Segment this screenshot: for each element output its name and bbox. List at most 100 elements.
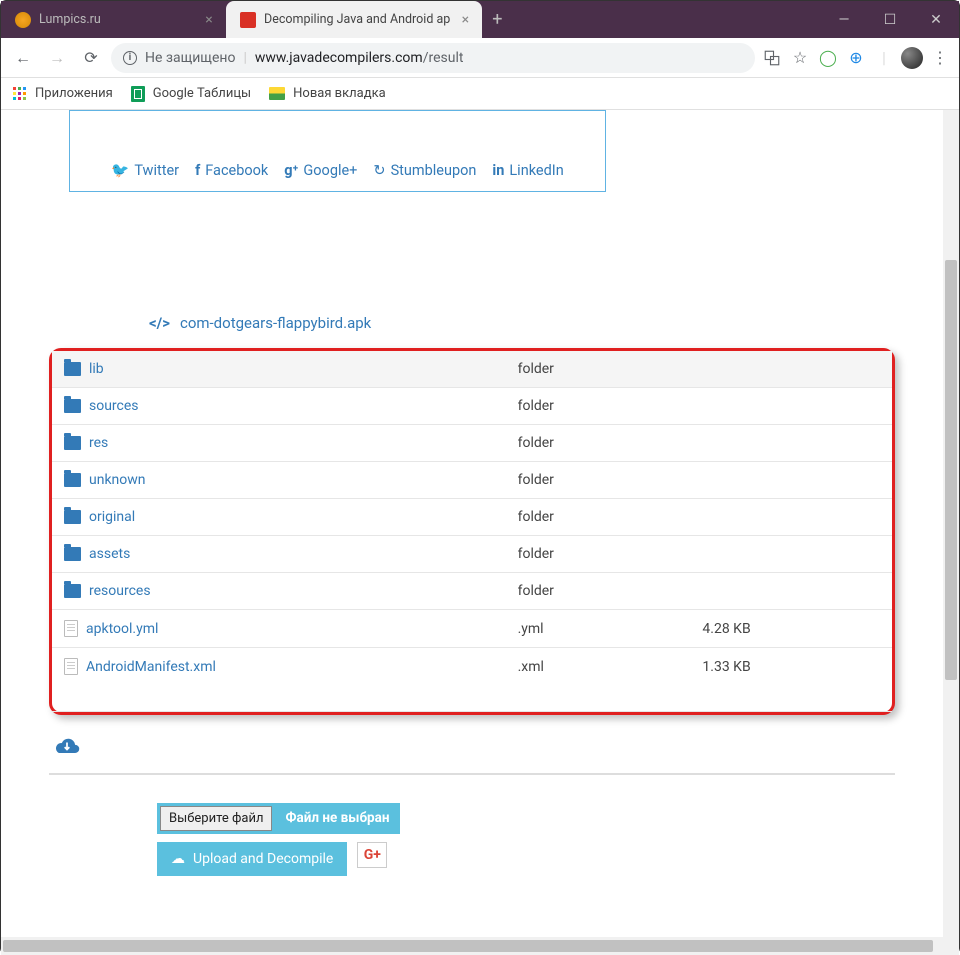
linkedin-icon: in [492, 162, 504, 179]
sheets-icon [131, 86, 145, 102]
file-link[interactable]: sources [64, 398, 494, 414]
file-type-label: folder [506, 388, 691, 425]
folder-icon [64, 547, 81, 561]
cloud-upload-icon: ☁ [171, 851, 185, 867]
upload-decompile-button[interactable]: ☁ Upload and Decompile [157, 842, 347, 876]
breadcrumb: </> com-dotgears-flappybird.apk [49, 298, 895, 348]
file-name-label: lib [89, 361, 104, 377]
tab-lumpics[interactable]: Lumpics.ru × [1, 1, 226, 38]
folder-icon [64, 473, 81, 487]
horizontal-scrollbar[interactable] [1, 937, 959, 955]
tab-decompiler[interactable]: Decompiling Java and Android ap × [226, 1, 482, 38]
file-link[interactable]: apktool.yml [64, 620, 494, 637]
close-window-button[interactable]: ✕ [913, 1, 959, 38]
file-size-label [690, 462, 892, 499]
vertical-scrollbar[interactable] [943, 110, 959, 937]
file-size-label [690, 425, 892, 462]
file-link[interactable]: assets [64, 546, 494, 562]
file-type-label: folder [506, 536, 691, 573]
tab-title: Lumpics.ru [39, 12, 194, 27]
social-googleplus[interactable]: g⁺Google+ [284, 162, 357, 179]
choose-file-button[interactable]: Выберите файл [160, 806, 272, 831]
folder-icon [64, 362, 81, 376]
file-name-label: original [89, 509, 135, 525]
table-row: unknown folder [52, 462, 892, 499]
scroll-thumb[interactable] [3, 940, 933, 952]
menu-icon[interactable]: ⋮ [929, 47, 951, 69]
scroll-thumb[interactable] [945, 260, 957, 680]
table-row: assets folder [52, 536, 892, 573]
tab-title: Decompiling Java and Android ap [264, 12, 450, 27]
file-name-label: sources [89, 398, 139, 414]
forward-button[interactable]: → [43, 44, 71, 72]
file-size-label [690, 536, 892, 573]
file-name-label: resources [89, 583, 151, 599]
minimize-button[interactable]: — [821, 1, 867, 38]
file-status-label: Файл не выбран [275, 803, 399, 834]
star-icon[interactable]: ☆ [789, 47, 811, 69]
table-row: apktool.yml .yml4.28 KB [52, 610, 892, 648]
file-size-label [690, 573, 892, 610]
new-tab-button[interactable]: + [482, 1, 512, 38]
close-icon[interactable]: × [202, 13, 216, 27]
folder-icon [64, 584, 81, 598]
file-input[interactable]: Выберите файл Файл не выбран [157, 803, 400, 834]
stumbleupon-icon: ↻ [373, 162, 385, 179]
file-link[interactable]: AndroidManifest.xml [64, 658, 494, 675]
file-icon [64, 658, 78, 675]
file-size-label [690, 351, 892, 388]
file-link[interactable]: lib [64, 361, 494, 377]
back-button[interactable]: ← [9, 44, 37, 72]
folder-icon [64, 436, 81, 450]
social-share-box: 🐦Twitter fFacebook g⁺Google+ ↻Stumbleupo… [69, 110, 606, 192]
file-type-label: .yml [506, 610, 691, 648]
reload-button[interactable]: ⟳ [77, 44, 105, 72]
folder-icon [64, 399, 81, 413]
social-stumbleupon[interactable]: ↻Stumbleupon [373, 162, 476, 179]
upload-section: Выберите файл Файл не выбран ☁ Upload an… [49, 773, 895, 876]
gplus-share-button[interactable]: G+ [357, 842, 387, 868]
security-label: Не защищено [145, 50, 235, 66]
download-all-button[interactable] [53, 735, 891, 761]
file-size-label: 4.28 KB [690, 610, 892, 648]
file-type-label: .xml [506, 648, 691, 712]
table-row: res folder [52, 425, 892, 462]
site-info-icon[interactable]: i [123, 51, 137, 65]
social-twitter[interactable]: 🐦Twitter [111, 162, 179, 179]
file-link[interactable]: resources [64, 583, 494, 599]
bookmarks-bar: Приложения Google Таблицы Новая вкладка [1, 78, 959, 110]
file-link[interactable]: res [64, 435, 494, 451]
bookmark-newtab[interactable]: Новая вкладка [269, 86, 386, 101]
bookmark-sheets[interactable]: Google Таблицы [131, 86, 251, 102]
page-viewport: 🐦Twitter fFacebook g⁺Google+ ↻Stumbleupo… [1, 110, 959, 937]
url-input[interactable]: i Не защищено | www.javadecompilers.com/… [111, 43, 755, 73]
extension-icon[interactable]: ⊕ [845, 47, 867, 69]
translate-icon[interactable] [761, 47, 783, 69]
maximize-button[interactable]: ☐ [867, 1, 913, 38]
photo-icon [269, 87, 285, 100]
profile-avatar[interactable] [901, 47, 923, 69]
close-icon[interactable]: × [458, 13, 472, 27]
address-bar: ← → ⟳ i Не защищено | www.javadecompiler… [1, 38, 959, 78]
code-icon: </> [149, 314, 170, 332]
file-link[interactable]: original [64, 509, 494, 525]
window-titlebar: Lumpics.ru × Decompiling Java and Androi… [1, 1, 959, 38]
file-type-label: folder [506, 425, 691, 462]
table-row: original folder [52, 499, 892, 536]
file-size-label [690, 499, 892, 536]
table-row: resourcesfolder [52, 573, 892, 610]
table-row: libfolder [52, 351, 892, 388]
social-linkedin[interactable]: inLinkedIn [492, 162, 563, 179]
breadcrumb-link[interactable]: com-dotgears-flappybird.apk [180, 314, 371, 332]
folder-icon [64, 510, 81, 524]
file-type-label: folder [506, 462, 691, 499]
table-row: sources folder [52, 388, 892, 425]
apps-icon [13, 87, 27, 101]
apps-shortcut[interactable]: Приложения [13, 86, 113, 101]
social-facebook[interactable]: fFacebook [195, 162, 268, 179]
file-name-label: res [89, 435, 108, 451]
googleplus-icon: g⁺ [284, 162, 298, 179]
file-type-label: folder [506, 499, 691, 536]
file-link[interactable]: unknown [64, 472, 494, 488]
extension-icon[interactable]: ◯ [817, 47, 839, 69]
